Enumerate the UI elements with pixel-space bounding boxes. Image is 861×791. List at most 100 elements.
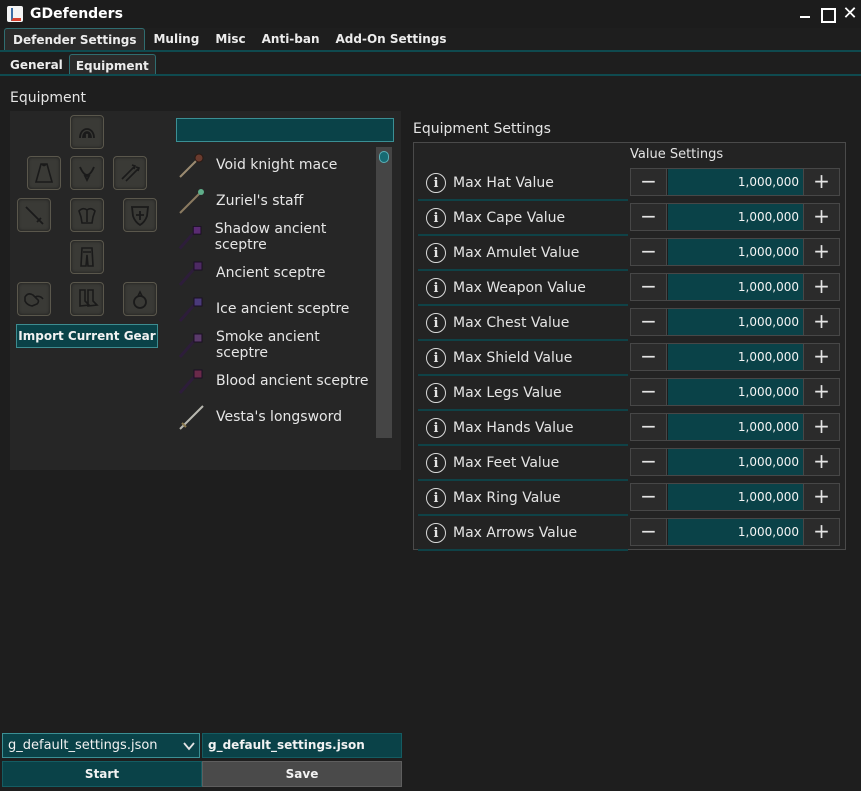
- arrows-slot[interactable]: [113, 156, 147, 190]
- legs-value-stepper[interactable]: − 1,000,000 +: [630, 378, 840, 406]
- info-icon[interactable]: i: [426, 173, 446, 193]
- increment-button[interactable]: +: [803, 449, 839, 475]
- maximize-icon[interactable]: [817, 4, 837, 24]
- decrement-button[interactable]: −: [631, 414, 667, 440]
- weapon-value-stepper[interactable]: − 1,000,000 +: [630, 273, 840, 301]
- item-search-input[interactable]: [176, 118, 394, 142]
- profile-name-field[interactable]: g_default_settings.json: [202, 733, 402, 758]
- start-button[interactable]: Start: [2, 761, 202, 787]
- sceptre-icon: [178, 225, 202, 250]
- info-icon[interactable]: i: [426, 243, 446, 263]
- decrement-button[interactable]: −: [631, 204, 667, 230]
- decrement-button[interactable]: −: [631, 484, 667, 510]
- info-icon[interactable]: i: [426, 313, 446, 333]
- decrement-button[interactable]: −: [631, 239, 667, 265]
- increment-button[interactable]: +: [803, 414, 839, 440]
- increment-button[interactable]: +: [803, 309, 839, 335]
- list-item[interactable]: Vesta's longsword: [176, 399, 376, 435]
- value-field[interactable]: 1,000,000: [668, 379, 803, 405]
- profile-select[interactable]: g_default_settings.json: [2, 733, 200, 758]
- chest-slot[interactable]: [70, 198, 104, 232]
- value-field[interactable]: 1,000,000: [668, 169, 803, 195]
- import-current-gear-button[interactable]: Import Current Gear: [16, 324, 158, 348]
- value-field[interactable]: 1,000,000: [668, 344, 803, 370]
- chest-slot-icon: [78, 207, 96, 224]
- value-field[interactable]: 1,000,000: [668, 239, 803, 265]
- value-field[interactable]: 1,000,000: [668, 449, 803, 475]
- value-field[interactable]: 1,000,000: [668, 309, 803, 335]
- list-item[interactable]: Smoke ancient sceptre: [176, 327, 376, 363]
- legs-slot[interactable]: [70, 240, 104, 274]
- ring-value-stepper[interactable]: − 1,000,000 +: [630, 483, 840, 511]
- close-icon[interactable]: ✕: [840, 4, 860, 24]
- cape-value-stepper[interactable]: − 1,000,000 +: [630, 203, 840, 231]
- tab-general[interactable]: General: [4, 54, 69, 74]
- info-icon[interactable]: i: [426, 488, 446, 508]
- increment-button[interactable]: +: [803, 519, 839, 545]
- decrement-button[interactable]: −: [631, 309, 667, 335]
- increment-button[interactable]: +: [803, 204, 839, 230]
- value-field[interactable]: 1,000,000: [668, 274, 803, 300]
- hat-slot[interactable]: [70, 115, 104, 149]
- amulet-slot[interactable]: [70, 156, 104, 190]
- increment-button[interactable]: +: [803, 344, 839, 370]
- hands-slot[interactable]: [17, 282, 51, 316]
- list-item[interactable]: Ancient sceptre: [176, 255, 376, 291]
- sceptre-icon: [178, 297, 203, 322]
- info-icon[interactable]: i: [426, 418, 446, 438]
- list-item[interactable]: Void knight mace: [176, 147, 376, 183]
- increment-button[interactable]: +: [803, 239, 839, 265]
- feet-slot[interactable]: [70, 282, 104, 316]
- list-item[interactable]: Zuriel's staff: [176, 183, 376, 219]
- chest-value-stepper[interactable]: − 1,000,000 +: [630, 308, 840, 336]
- info-icon[interactable]: i: [426, 278, 446, 298]
- info-icon[interactable]: i: [426, 348, 446, 368]
- scrollbar-thumb[interactable]: [379, 151, 389, 163]
- decrement-button[interactable]: −: [631, 519, 667, 545]
- list-item[interactable]: Shadow ancient sceptre: [176, 219, 376, 255]
- feet-value-stepper[interactable]: − 1,000,000 +: [630, 448, 840, 476]
- increment-button[interactable]: +: [803, 379, 839, 405]
- value-field[interactable]: 1,000,000: [668, 484, 803, 510]
- hat-value-stepper[interactable]: − 1,000,000 +: [630, 168, 840, 196]
- list-item[interactable]: Ice ancient sceptre: [176, 291, 376, 327]
- ring-slot[interactable]: [123, 282, 157, 316]
- info-icon[interactable]: i: [426, 383, 446, 403]
- decrement-button[interactable]: −: [631, 379, 667, 405]
- hands-value-stepper[interactable]: − 1,000,000 +: [630, 413, 840, 441]
- value-field[interactable]: 1,000,000: [668, 519, 803, 545]
- info-icon[interactable]: i: [426, 208, 446, 228]
- value-field[interactable]: 1,000,000: [668, 414, 803, 440]
- info-icon[interactable]: i: [426, 523, 446, 543]
- info-icon[interactable]: i: [426, 453, 446, 473]
- shield-slot[interactable]: [123, 198, 157, 232]
- list-item[interactable]: Blood ancient sceptre: [176, 363, 376, 399]
- tab-defender-settings[interactable]: Defender Settings: [4, 28, 146, 50]
- item-list-scrollbar[interactable]: [376, 147, 392, 438]
- arrows-value-stepper[interactable]: − 1,000,000 +: [630, 518, 840, 546]
- setting-row-hat: i Max Hat Value − 1,000,000 +: [418, 167, 842, 202]
- increment-button[interactable]: +: [803, 484, 839, 510]
- decrement-button[interactable]: −: [631, 344, 667, 370]
- amulet-value-stepper[interactable]: − 1,000,000 +: [630, 238, 840, 266]
- increment-button[interactable]: +: [803, 274, 839, 300]
- tab-anti-ban[interactable]: Anti-ban: [254, 28, 328, 50]
- tab-misc[interactable]: Misc: [207, 28, 253, 50]
- tab-add-on-settings[interactable]: Add-On Settings: [328, 28, 455, 50]
- setting-row-legs: i Max Legs Value − 1,000,000 +: [418, 377, 842, 412]
- decrement-button[interactable]: −: [631, 274, 667, 300]
- ring-slot-icon: [133, 290, 147, 309]
- shield-value-stepper[interactable]: − 1,000,000 +: [630, 343, 840, 371]
- decrement-button[interactable]: −: [631, 169, 667, 195]
- cape-slot[interactable]: [27, 156, 61, 190]
- tab-muling[interactable]: Muling: [145, 28, 207, 50]
- tab-equipment[interactable]: Equipment: [68, 54, 156, 74]
- save-button[interactable]: Save: [202, 761, 402, 787]
- hands-slot-icon: [24, 293, 44, 307]
- value-field[interactable]: 1,000,000: [668, 204, 803, 230]
- increment-button[interactable]: +: [803, 169, 839, 195]
- minimize-icon[interactable]: [795, 4, 815, 24]
- weapon-slot[interactable]: [17, 198, 51, 232]
- decrement-button[interactable]: −: [631, 449, 667, 475]
- equipment-settings-panel: Value Settings i Max Hat Value − 1,000,0…: [413, 142, 846, 551]
